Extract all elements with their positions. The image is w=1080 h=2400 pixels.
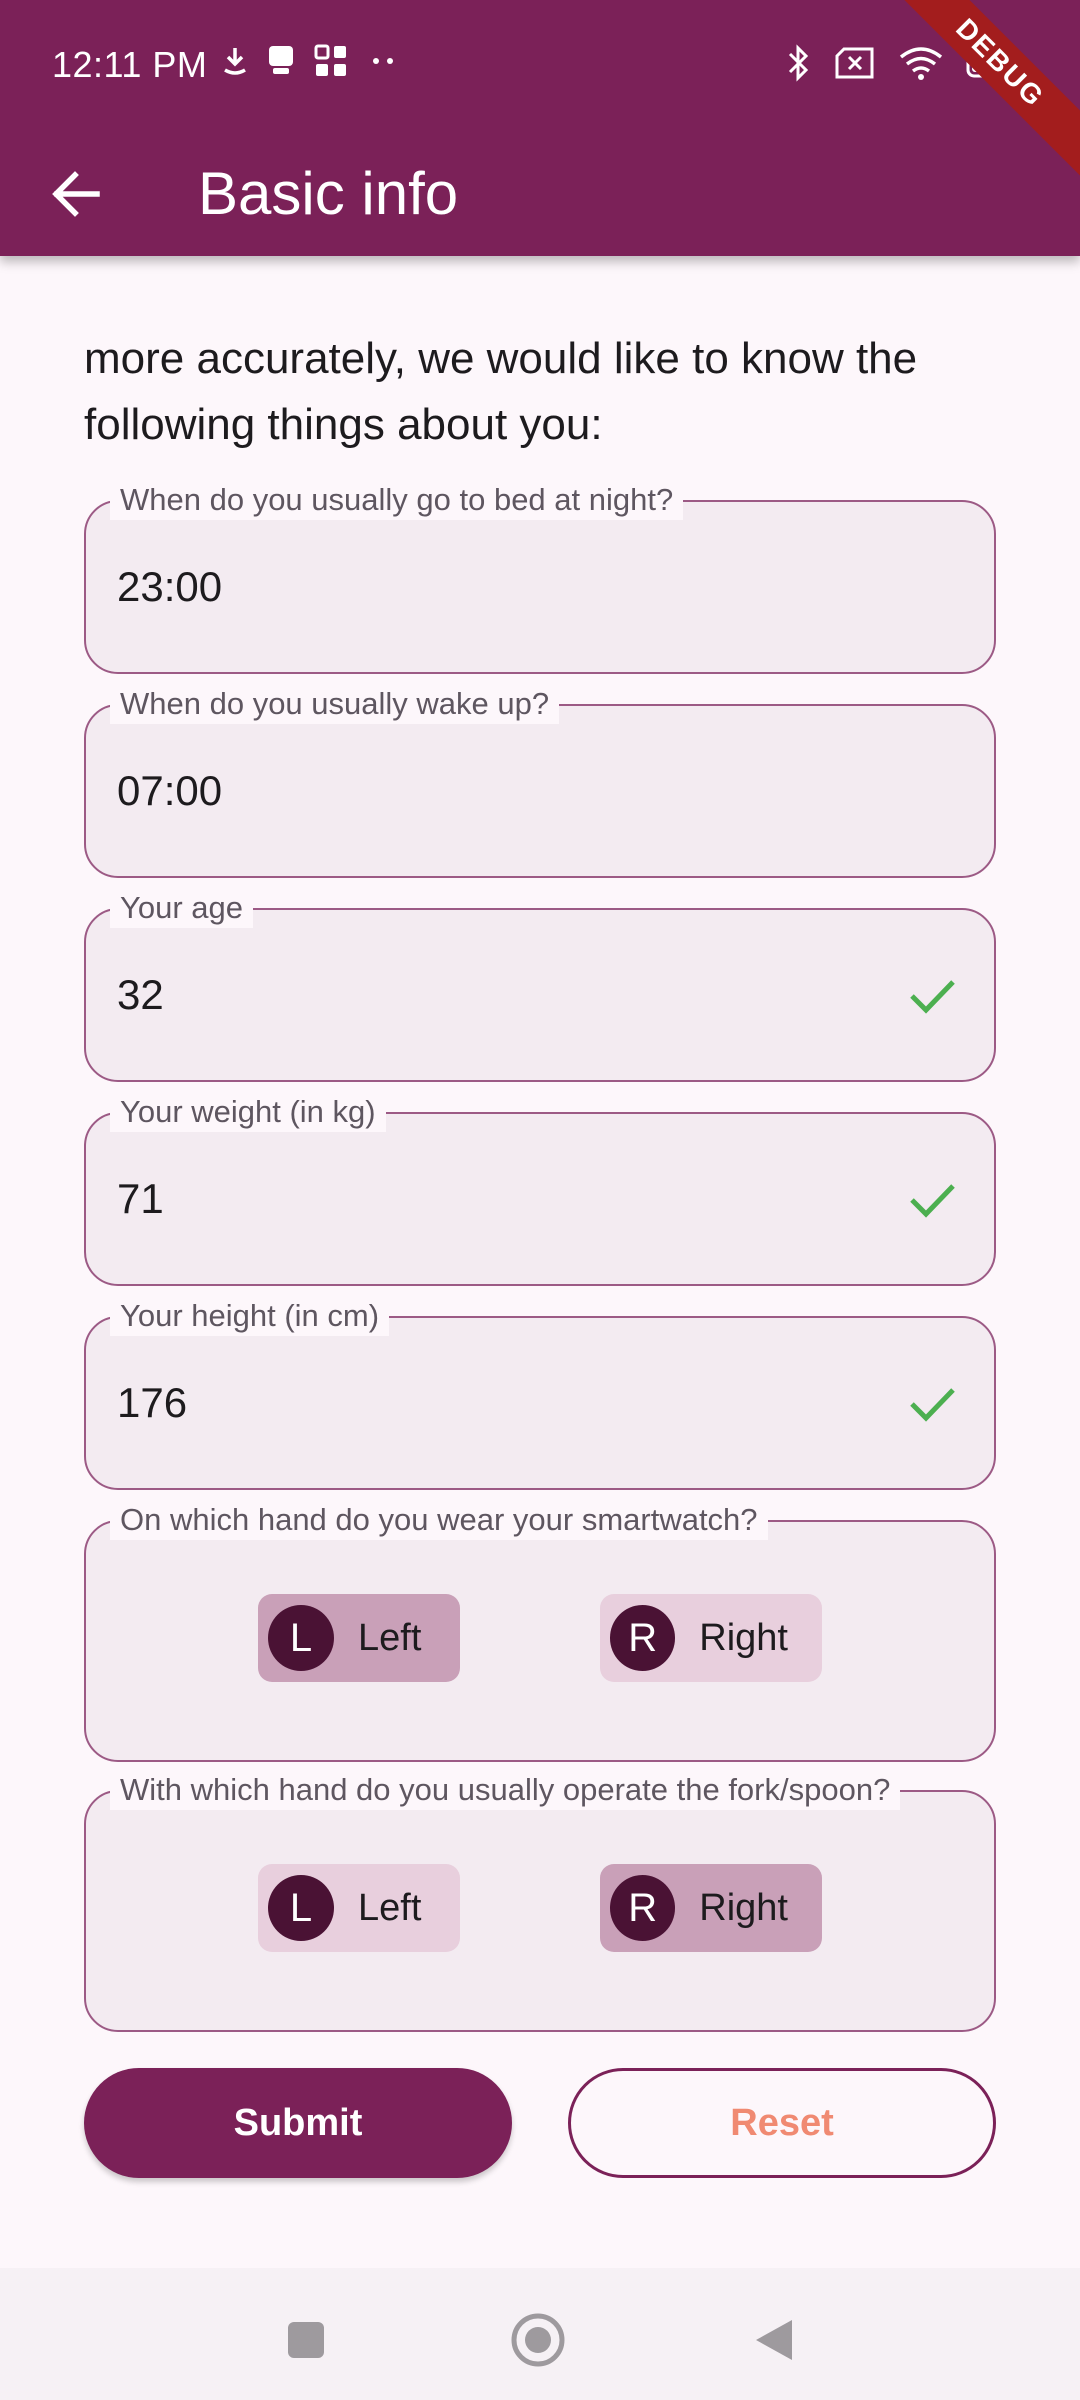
age-field[interactable]: Your age 32 — [84, 888, 996, 1082]
age-label: Your age — [110, 888, 253, 928]
weight-field[interactable]: Your weight (in kg) 71 — [84, 1092, 996, 1286]
arrow-back-icon — [52, 171, 100, 217]
right-label: Right — [699, 1886, 788, 1929]
right-avatar: R — [610, 1875, 676, 1941]
wifi-icon — [899, 47, 943, 80]
utensil-right-chip[interactable]: R Right — [600, 1864, 822, 1952]
smartwatch-hand-label: On which hand do you wear your smartwatc… — [110, 1500, 768, 1540]
left-label: Left — [358, 1886, 422, 1929]
wakeup-field[interactable]: When do you usually wake up? 07:00 — [84, 684, 996, 878]
check-icon — [910, 1184, 955, 1218]
height-label: Your height (in cm) — [110, 1296, 390, 1336]
left-avatar: L — [268, 1605, 334, 1671]
right-avatar: R — [610, 1605, 676, 1671]
smartwatch-right-chip[interactable]: R Right — [600, 1594, 822, 1682]
system-back-button[interactable] — [744, 2310, 804, 2370]
smartwatch-left-chip[interactable]: L Left — [258, 1594, 460, 1682]
utensil-hand-group: With which hand do you usually operate t… — [84, 1770, 996, 2032]
utensil-hand-label: With which hand do you usually operate t… — [110, 1770, 901, 1810]
page-title: Basic info — [198, 160, 459, 227]
height-field[interactable]: Your height (in cm) 176 — [84, 1296, 996, 1490]
back-triangle-icon — [756, 2320, 792, 2360]
utensil-hand-options: L Left R Right — [86, 1864, 994, 1952]
check-icon — [910, 1388, 955, 1422]
bedtime-label: When do you usually go to bed at night? — [110, 480, 684, 520]
left-label: Left — [358, 1616, 422, 1659]
check-icon — [910, 980, 955, 1014]
height-value: 176 — [117, 1379, 188, 1426]
intro-text: more accurately, we would like to know t… — [84, 334, 918, 449]
grid-icon — [314, 44, 346, 76]
bedtime-value: 23:00 — [117, 563, 223, 610]
system-nav-bar — [0, 2268, 1080, 2400]
more-dots-icon — [373, 58, 393, 64]
smartwatch-hand-group: On which hand do you wear your smartwatc… — [84, 1500, 996, 1762]
bedtime-field[interactable]: When do you usually go to bed at night? … — [84, 480, 996, 674]
weight-label: Your weight (in kg) — [110, 1092, 386, 1132]
right-label: Right — [699, 1616, 788, 1659]
top-bar: 12:11 PM Basic info — [0, 0, 1080, 256]
home-button[interactable] — [508, 2310, 568, 2370]
back-button[interactable] — [40, 158, 112, 230]
status-bar: 12:11 PM — [0, 0, 1080, 132]
sim-off-icon — [835, 47, 874, 79]
bluetooth-icon — [788, 44, 809, 82]
notification-icon — [269, 46, 293, 74]
home-circle-icon — [511, 2313, 565, 2367]
smartwatch-hand-options: L Left R Right — [86, 1594, 994, 1682]
status-left-icons — [222, 44, 400, 78]
screen: 12:11 PM Basic info DEBUG more accuratel… — [0, 0, 1080, 2400]
weight-value: 71 — [117, 1175, 164, 1222]
age-value: 32 — [117, 971, 164, 1018]
wakeup-label: When do you usually wake up? — [110, 684, 560, 724]
download-icon — [224, 48, 246, 75]
left-avatar: L — [268, 1875, 334, 1941]
recents-button[interactable] — [276, 2310, 336, 2370]
submit-button[interactable]: Submit — [84, 2068, 512, 2178]
form-content: more accurately, we would like to know t… — [0, 256, 1080, 2236]
recents-square-icon — [288, 2322, 324, 2358]
utensil-left-chip[interactable]: L Left — [258, 1864, 460, 1952]
app-bar: Basic info — [0, 132, 1080, 256]
status-time: 12:11 PM — [52, 44, 208, 85]
wakeup-value: 07:00 — [117, 767, 223, 814]
reset-button[interactable]: Reset — [568, 2068, 996, 2178]
